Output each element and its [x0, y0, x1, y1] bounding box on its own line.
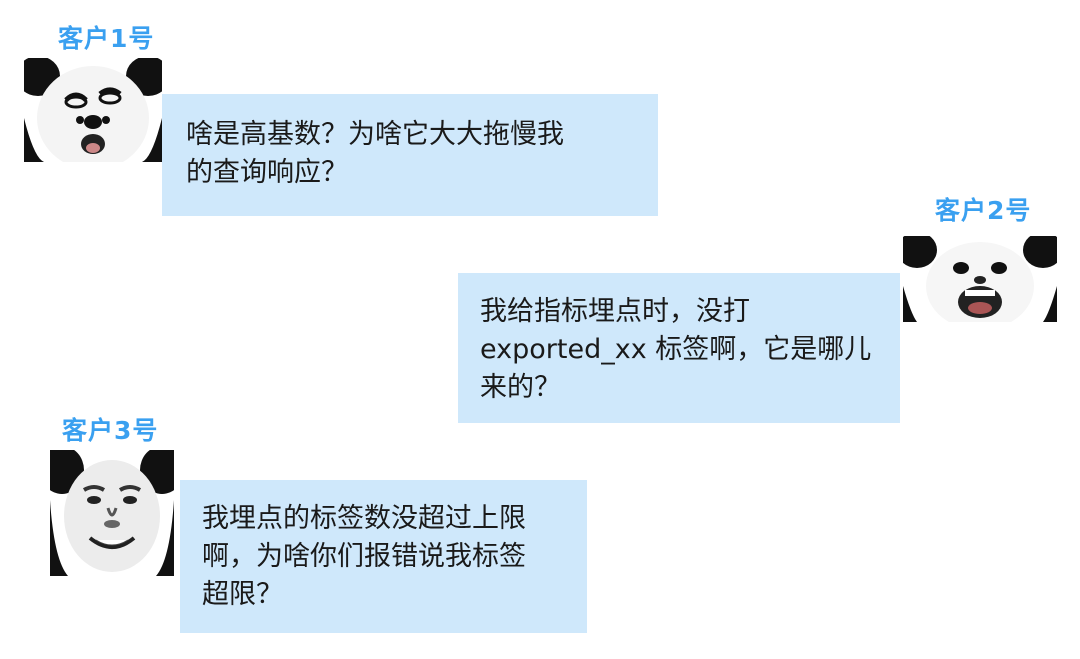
- message-bubble-customer-2: 我给指标埋点时，没打 exported_xx 标签啊，它是哪儿 来的？: [458, 273, 900, 423]
- panda-meme-face-icon: [24, 58, 162, 162]
- sender-name-customer-1: 客户1号: [58, 24, 155, 53]
- message-line: 啥是高基数？为啥它大大拖慢我: [186, 119, 564, 150]
- message-line: 的查询响应？: [186, 157, 348, 188]
- avatar-customer-1: [24, 58, 162, 162]
- message-line: 来的？: [480, 372, 561, 403]
- message-line: 我埋点的标签数没超过上限: [202, 503, 526, 534]
- panda-meme-face-icon: [903, 236, 1057, 322]
- avatar-customer-2: [903, 236, 1057, 322]
- sender-name-customer-2: 客户2号: [935, 196, 1032, 225]
- message-line: 啊，为啥你们报错说我标签: [202, 541, 526, 572]
- message-bubble-customer-1: 啥是高基数？为啥它大大拖慢我 的查询响应？: [162, 94, 658, 216]
- panda-meme-face-icon: [50, 450, 174, 576]
- message-line: 我给指标埋点时，没打: [480, 296, 750, 327]
- watermark: [128, 225, 135, 238]
- avatar-customer-3: [50, 450, 174, 576]
- message-bubble-customer-3: 我埋点的标签数没超过上限 啊，为啥你们报错说我标签 超限？: [180, 480, 587, 633]
- message-line: exported_xx 标签啊，它是哪儿: [480, 334, 872, 365]
- message-line: 超限？: [202, 579, 283, 610]
- sender-name-customer-3: 客户3号: [62, 416, 159, 445]
